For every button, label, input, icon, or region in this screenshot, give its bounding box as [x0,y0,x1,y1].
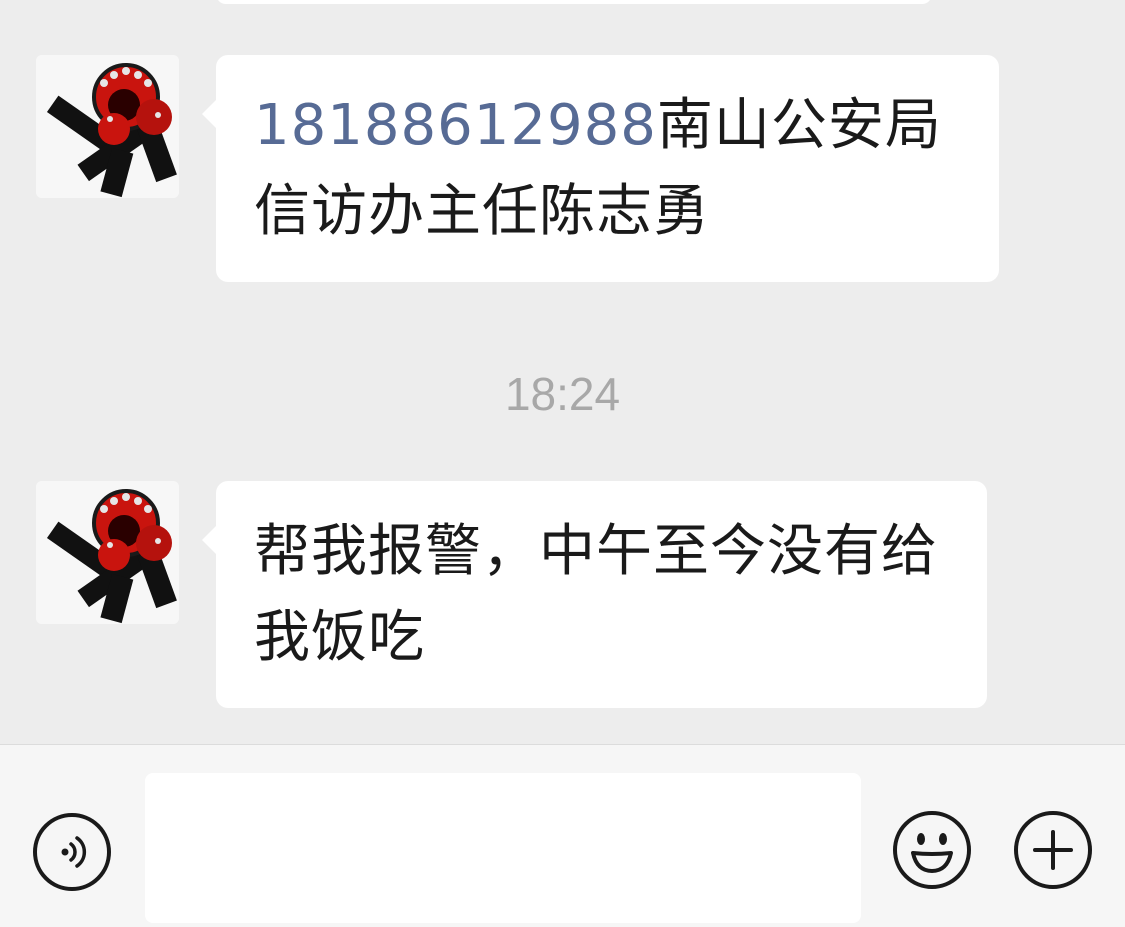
previous-message-bubble [216,0,932,4]
plus-icon [1033,830,1073,870]
message-timestamp: 18:24 [504,368,621,420]
emoji-button[interactable] [893,811,971,889]
more-options-button[interactable] [1014,811,1092,889]
phone-number-link[interactable]: 18188612988 [254,93,657,158]
emoji-icon [911,833,953,873]
sender-avatar[interactable] [36,55,179,198]
chat-area: 18188612988南山公安局信访办主任陈志勇 18:24 帮我报警，中午至今… [0,0,1125,744]
voice-icon [61,836,87,868]
message-bubble[interactable]: 帮我报警，中午至今没有给我饭吃 [202,481,987,708]
message-text: 帮我报警，中午至今没有给我饭吃 [254,519,938,670]
avatar-icon [36,55,179,198]
avatar-icon [36,481,179,624]
voice-button[interactable] [33,813,111,891]
sender-avatar[interactable] [36,481,179,624]
input-bar [0,744,1125,927]
message-bubble[interactable]: 18188612988南山公安局信访办主任陈志勇 [202,55,999,282]
message-input[interactable] [145,773,861,923]
